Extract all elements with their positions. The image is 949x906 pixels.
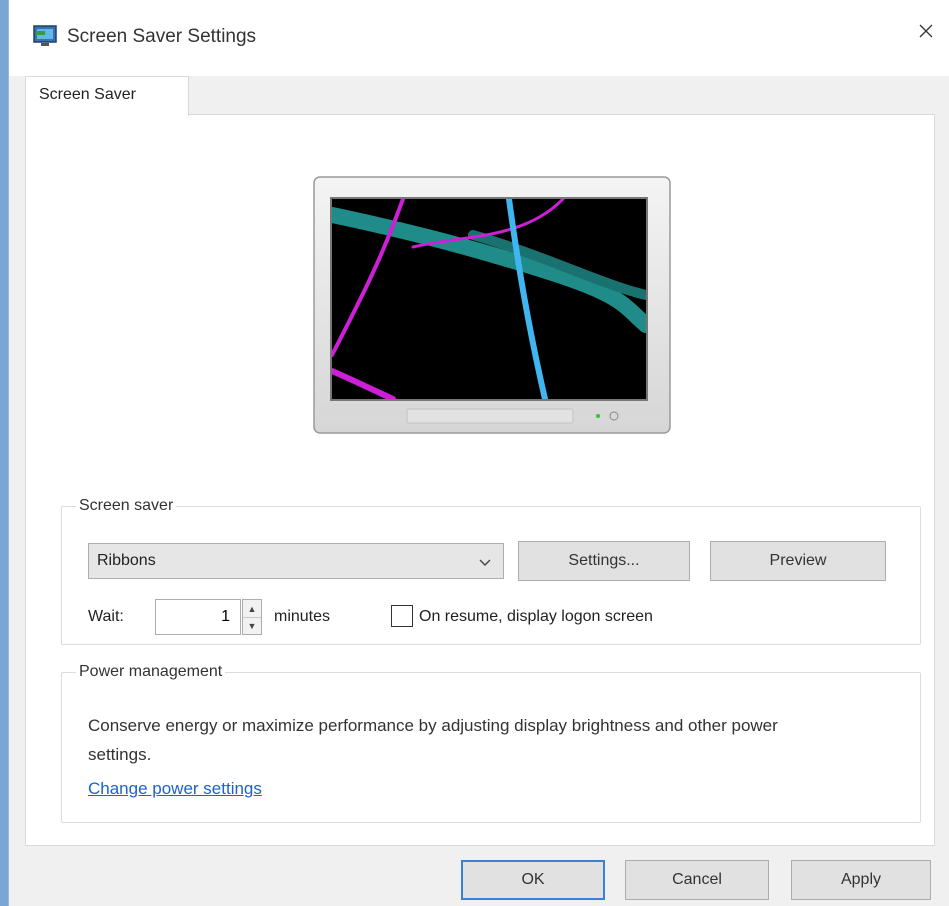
- minutes-label: minutes: [274, 608, 331, 625]
- screen-saver-dropdown[interactable]: Ribbons: [88, 543, 504, 579]
- window-title: Screen Saver Settings: [67, 26, 257, 47]
- wait-label: Wait:: [88, 608, 124, 625]
- title-bar: Screen Saver Settings: [9, 0, 949, 76]
- close-icon: [918, 23, 934, 44]
- cancel-button[interactable]: Cancel: [625, 860, 769, 900]
- chevron-down-icon: [479, 551, 491, 572]
- settings-button[interactable]: Settings...: [518, 541, 690, 581]
- wait-stepper[interactable]: ▲ ▼: [242, 599, 262, 635]
- ok-button[interactable]: OK: [461, 860, 605, 900]
- power-management-group-label: Power management: [79, 663, 223, 680]
- close-button[interactable]: [903, 10, 949, 56]
- screen-saver-settings-window: Screen Saver Settings Screen Saver Scree…: [8, 0, 949, 906]
- tab-screen-saver[interactable]: Screen Saver: [25, 76, 189, 116]
- display-icon: [33, 24, 59, 48]
- apply-button[interactable]: Apply: [791, 860, 931, 900]
- power-management-description: Conserve energy or maximize performance …: [88, 716, 778, 764]
- stepper-down-icon[interactable]: ▼: [243, 617, 261, 634]
- screen-saver-group-label: Screen saver: [79, 497, 174, 514]
- tab-panel: Screen saver Ribbons Settings... Preview…: [25, 114, 935, 846]
- resume-logon-label[interactable]: On resume, display logon screen: [419, 608, 653, 626]
- change-power-settings-link[interactable]: Change power settings: [88, 779, 262, 799]
- screen-saver-group: Screen saver Ribbons Settings... Preview…: [61, 497, 921, 645]
- stepper-up-icon[interactable]: ▲: [243, 600, 261, 617]
- resume-logon-checkbox[interactable]: [391, 605, 413, 627]
- wait-minutes-input[interactable]: [155, 599, 241, 635]
- preview-button[interactable]: Preview: [710, 541, 886, 581]
- screen-saver-preview-monitor: [313, 175, 671, 435]
- power-management-group: Power management Conserve energy or maxi…: [61, 663, 921, 823]
- dropdown-arrow[interactable]: [466, 543, 504, 579]
